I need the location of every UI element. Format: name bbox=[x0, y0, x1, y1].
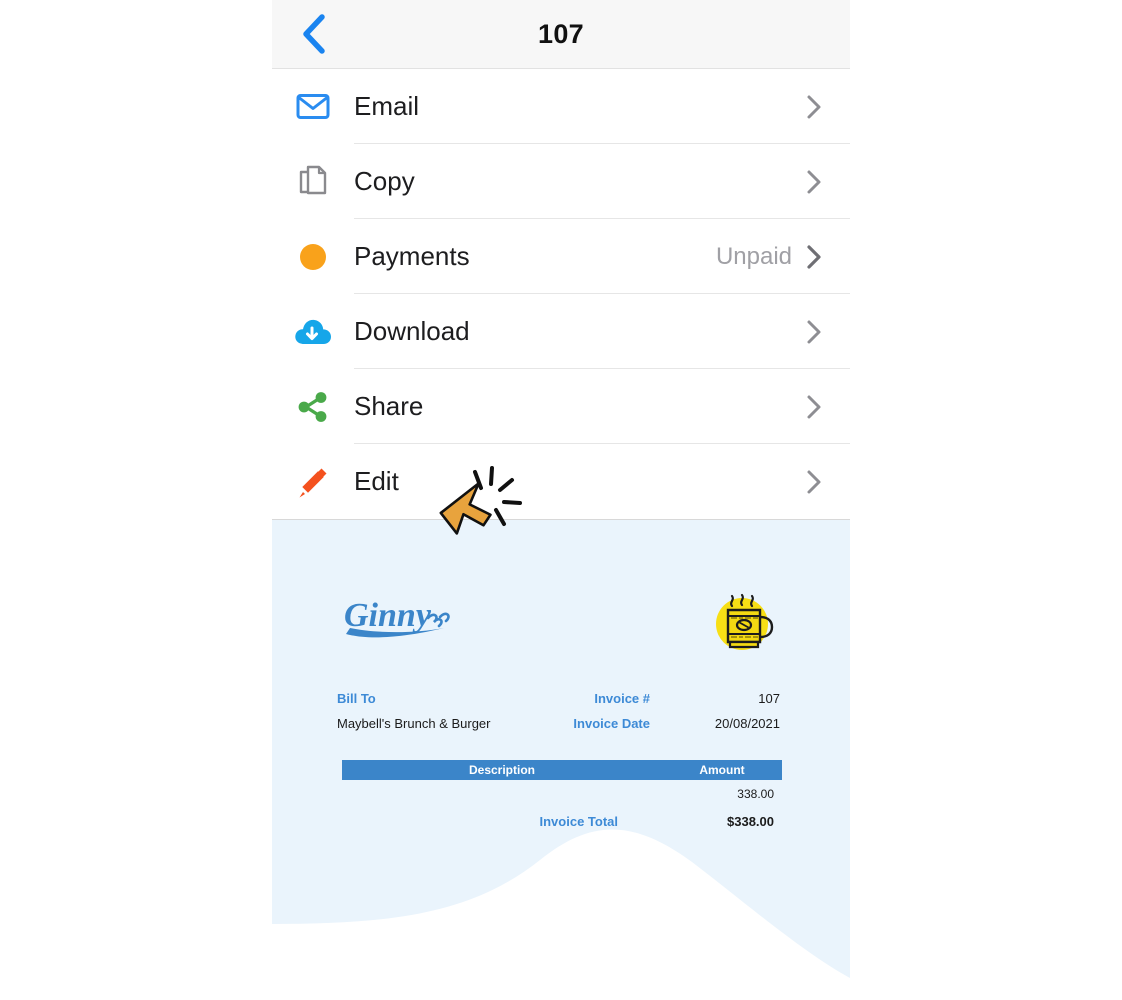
invoice-number-value: 107 bbox=[758, 691, 780, 706]
table-row: 338.00 bbox=[342, 780, 782, 808]
status-dot-icon bbox=[272, 242, 354, 272]
chevron-right-icon bbox=[806, 169, 822, 195]
invoice-number-line: Invoice # 107 bbox=[480, 691, 780, 706]
menu-item-edit[interactable]: Edit bbox=[272, 444, 850, 519]
nav-header: 107 bbox=[272, 0, 850, 69]
chevron-right-icon bbox=[806, 94, 822, 120]
menu-item-label: Download bbox=[354, 316, 470, 346]
bill-to-name: Maybell's Brunch & Burger bbox=[337, 716, 491, 731]
invoice-number-label: Invoice # bbox=[594, 691, 650, 706]
table-header-row: Description Amount bbox=[342, 760, 782, 780]
invoice-brand-row: Ginny bbox=[340, 590, 782, 670]
chevron-right-icon bbox=[806, 319, 822, 345]
menu-item-copy[interactable]: Copy bbox=[272, 144, 850, 219]
payment-status-value: Unpaid bbox=[715, 242, 792, 270]
page-title: 107 bbox=[538, 19, 584, 49]
coffee-cup-icon bbox=[710, 584, 782, 665]
menu-item-label: Share bbox=[354, 391, 424, 421]
brand-logo: Ginny bbox=[340, 590, 458, 651]
column-header-amount: Amount bbox=[699, 763, 745, 777]
share-nodes-icon bbox=[272, 391, 354, 422]
invoice-total-label: Invoice Total bbox=[539, 813, 619, 829]
bill-to-label: Bill To bbox=[337, 691, 376, 706]
invoice-meta-block: Invoice # 107 Invoice Date 20/08/2021 bbox=[480, 691, 780, 741]
invoice-date-value: 20/08/2021 bbox=[714, 716, 780, 731]
bill-to-block: Bill To Maybell's Brunch & Burger bbox=[337, 691, 491, 731]
menu-item-label: Email bbox=[354, 91, 420, 121]
invoice-sheet: Ginny Bill To Maybell's Brunch & Burger … bbox=[272, 520, 850, 1000]
menu-item-email[interactable]: Email bbox=[272, 69, 850, 144]
chevron-right-icon bbox=[806, 469, 822, 495]
action-menu-list: Email Copy Payments Unpaid Download Shar… bbox=[272, 69, 850, 519]
copy-icon bbox=[272, 165, 354, 199]
invoice-total-row: Invoice Total $338.00 bbox=[342, 808, 782, 834]
menu-item-label: Edit bbox=[354, 466, 399, 496]
invoice-total-value: $338.00 bbox=[727, 813, 774, 829]
svg-text:Ginny: Ginny bbox=[344, 597, 432, 634]
menu-item-label: Payments bbox=[354, 241, 470, 271]
invoice-items-table: Description Amount 338.00 Invoice Total … bbox=[342, 760, 782, 834]
column-header-description: Description bbox=[468, 763, 535, 777]
menu-item-label: Copy bbox=[354, 166, 415, 196]
cloud-download-icon bbox=[272, 317, 354, 347]
envelope-icon bbox=[272, 93, 354, 120]
invoice-date-line: Invoice Date 20/08/2021 bbox=[480, 716, 780, 731]
invoice-preview[interactable]: Ginny Bill To Maybell's Brunch & Burger … bbox=[272, 519, 850, 1000]
chevron-right-icon bbox=[806, 394, 822, 420]
pencil-icon bbox=[272, 466, 354, 498]
item-amount: 338.00 bbox=[737, 787, 774, 801]
chevron-right-icon bbox=[806, 244, 822, 270]
menu-item-share[interactable]: Share bbox=[272, 369, 850, 444]
phone-viewport: 107 Email Copy Payments Unpaid Download … bbox=[272, 0, 850, 1000]
invoice-date-label: Invoice Date bbox=[573, 716, 650, 731]
menu-item-payments[interactable]: Payments Unpaid bbox=[272, 219, 850, 294]
menu-item-download[interactable]: Download bbox=[272, 294, 850, 369]
